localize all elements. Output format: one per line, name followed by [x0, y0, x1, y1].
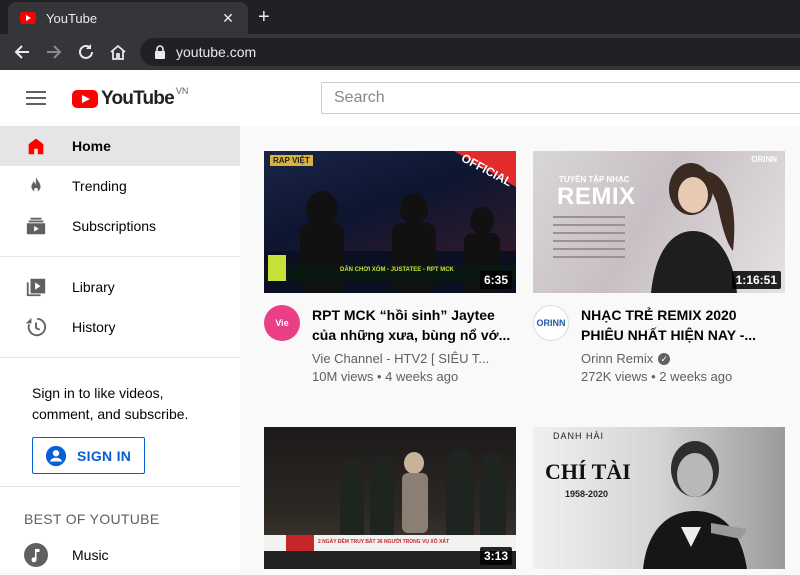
address-bar[interactable]: youtube.com [140, 38, 800, 66]
signin-promo: Sign in to like videos, comment, and sub… [0, 368, 240, 486]
video-stats: 10M views • 4 weeks ago [312, 369, 459, 384]
sidebar-item-label: Subscriptions [72, 218, 157, 234]
sidebar-item-label: History [72, 319, 116, 335]
channel-name-text: Vie Channel - HTV2 [ SIÊU T... [312, 351, 490, 366]
history-icon [24, 315, 48, 339]
video-title[interactable]: NHẠC TRẺ REMIX 2020 PHIÊU NHẤT HIỆN NAY … [581, 305, 785, 345]
sign-in-button-label: SIGN IN [77, 447, 132, 464]
thumbnail-years: 1958-2020 [565, 489, 609, 499]
browser-toolbar: youtube.com [0, 34, 800, 70]
youtube-logo[interactable]: YouTube VN [72, 86, 189, 110]
menu-icon[interactable] [26, 91, 46, 105]
video-thumbnail[interactable]: 2 NGÀY ĐÊM TRUY BẮT 36 NGƯỜI TRONG VỤ XÔ… [264, 427, 516, 569]
sidebar-item-label: Home [72, 138, 111, 154]
home-button[interactable] [106, 40, 130, 64]
reload-button[interactable] [74, 40, 98, 64]
video-card[interactable]: 2 NGÀY ĐÊM TRUY BẮT 36 NGƯỜI TRONG VỤ XÔ… [264, 427, 516, 569]
video-title-line: PHIÊU NHẤT HIỆN NAY -... [581, 327, 757, 343]
thumbnail-artwork [264, 449, 516, 569]
channel-avatar[interactable]: Vie [264, 305, 300, 341]
sidebar-divider [0, 357, 240, 358]
video-channel-name[interactable]: Vie Channel - HTV2 [ SIÊU T... [312, 350, 516, 368]
video-meta: Vie RPT MCK “hồi sinh” Jaytee của những … [264, 305, 516, 386]
youtube-favicon-icon [20, 12, 36, 24]
video-duration: 1:16:51 [731, 271, 781, 289]
home-icon [24, 134, 48, 158]
sidebar-divider [0, 256, 240, 257]
video-title-line: RPT MCK “hồi sinh” Jaytee [312, 307, 495, 323]
video-thumbnail[interactable]: DANH HÀI CHÍ TÀI 1958-2020 [533, 427, 785, 569]
thumbnail-badge: RAP VIỆT [270, 155, 313, 166]
logo-text: YouTube [101, 88, 175, 109]
music-icon [24, 543, 48, 567]
address-url: youtube.com [176, 44, 257, 60]
home-outline-icon [110, 44, 126, 60]
sign-in-button[interactable]: SIGN IN [32, 437, 145, 474]
video-card[interactable]: DANH HÀI CHÍ TÀI 1958-2020 [533, 427, 785, 569]
video-duration: 3:13 [479, 547, 512, 565]
video-stats: 272K views • 2 weeks ago [581, 369, 733, 384]
guide-sidebar: Home Trending Subscriptions Library Hist… [0, 126, 240, 570]
sidebar-item-music[interactable]: Music [0, 535, 240, 575]
thumbnail-big-text: REMIX [557, 183, 636, 210]
video-title-line: của những xưa, bùng nổ vớ... [312, 327, 511, 343]
sidebar-item-library[interactable]: Library [0, 267, 240, 307]
thumbnail-kicker: DANH HÀI [553, 431, 605, 441]
lock-icon [155, 45, 165, 59]
channel-name-text: Orinn Remix [581, 351, 654, 366]
thumbnail-caption: 2 NGÀY ĐÊM TRUY BẮT 36 NGƯỜI TRONG VỤ XÔ… [318, 539, 450, 545]
verified-check-icon: ✓ [658, 353, 671, 365]
video-channel-name[interactable]: Orinn Remix ✓ [581, 350, 785, 368]
sidebar-item-label: Trending [72, 178, 127, 194]
youtube-masthead: YouTube VN [0, 70, 800, 126]
forward-button[interactable] [42, 40, 66, 64]
browser-tab[interactable]: YouTube ✕ [8, 2, 248, 34]
sidebar-item-trending[interactable]: Trending [0, 166, 240, 206]
new-tab-button[interactable]: + [258, 6, 270, 28]
video-card[interactable]: TUYỂN TẬP NHẠC REMIX ORINN 1:16:51 ORINN… [533, 151, 785, 386]
video-duration: 6:35 [479, 271, 512, 289]
library-icon [24, 275, 48, 299]
sidebar-item-label: Library [72, 279, 115, 295]
video-title[interactable]: RPT MCK “hồi sinh” Jaytee của những xưa,… [312, 305, 516, 345]
sidebar-item-subscriptions[interactable]: Subscriptions [0, 206, 240, 246]
youtube-play-logo-icon [72, 90, 98, 108]
arrow-right-icon [47, 45, 62, 59]
fire-icon [24, 174, 48, 198]
video-title-line: NHẠC TRẺ REMIX 2020 [581, 307, 737, 323]
video-meta: ORINN NHẠC TRẺ REMIX 2020 PHIÊU NHẤT HIỆ… [533, 305, 785, 386]
video-thumbnail[interactable]: TUYỂN TẬP NHẠC REMIX ORINN 1:16:51 [533, 151, 785, 293]
close-tab-icon[interactable]: ✕ [220, 10, 236, 27]
video-thumbnail[interactable]: RAP VIỆT OFFICIAL DÂN CHƠI XÓM - JUSTATE… [264, 151, 516, 293]
browser-tabbar: YouTube ✕ + [0, 0, 800, 34]
sidebar-item-history[interactable]: History [0, 307, 240, 347]
tab-title: YouTube [46, 10, 98, 26]
search-box[interactable] [321, 82, 800, 114]
sidebar-item-label: Music [72, 547, 109, 563]
search-input[interactable] [334, 89, 800, 107]
sidebar-divider [0, 486, 240, 487]
thumbnail-brand: ORINN [751, 155, 777, 164]
back-button[interactable] [10, 40, 34, 64]
channel-avatar-text: Vie [275, 318, 289, 328]
channel-avatar-text: ORINN [536, 318, 566, 328]
best-of-youtube-heading: BEST OF YOUTUBE [24, 511, 160, 527]
reload-icon [79, 44, 93, 59]
channel-avatar[interactable]: ORINN [533, 305, 569, 341]
subscriptions-icon [24, 214, 48, 238]
sidebar-item-home[interactable]: Home [0, 126, 240, 166]
signin-promo-text: Sign in to like videos, comment, and sub… [32, 385, 189, 422]
video-card[interactable]: RAP VIỆT OFFICIAL DÂN CHƠI XÓM - JUSTATE… [264, 151, 516, 386]
thumbnail-name: CHÍ TÀI [545, 459, 631, 484]
account-circle-icon [45, 445, 67, 466]
thumbnail-caption: DÂN CHƠI XÓM - JUSTATEE - RPT MCK [340, 267, 454, 273]
arrow-left-icon [14, 45, 29, 59]
logo-country-code: VN [175, 86, 189, 96]
